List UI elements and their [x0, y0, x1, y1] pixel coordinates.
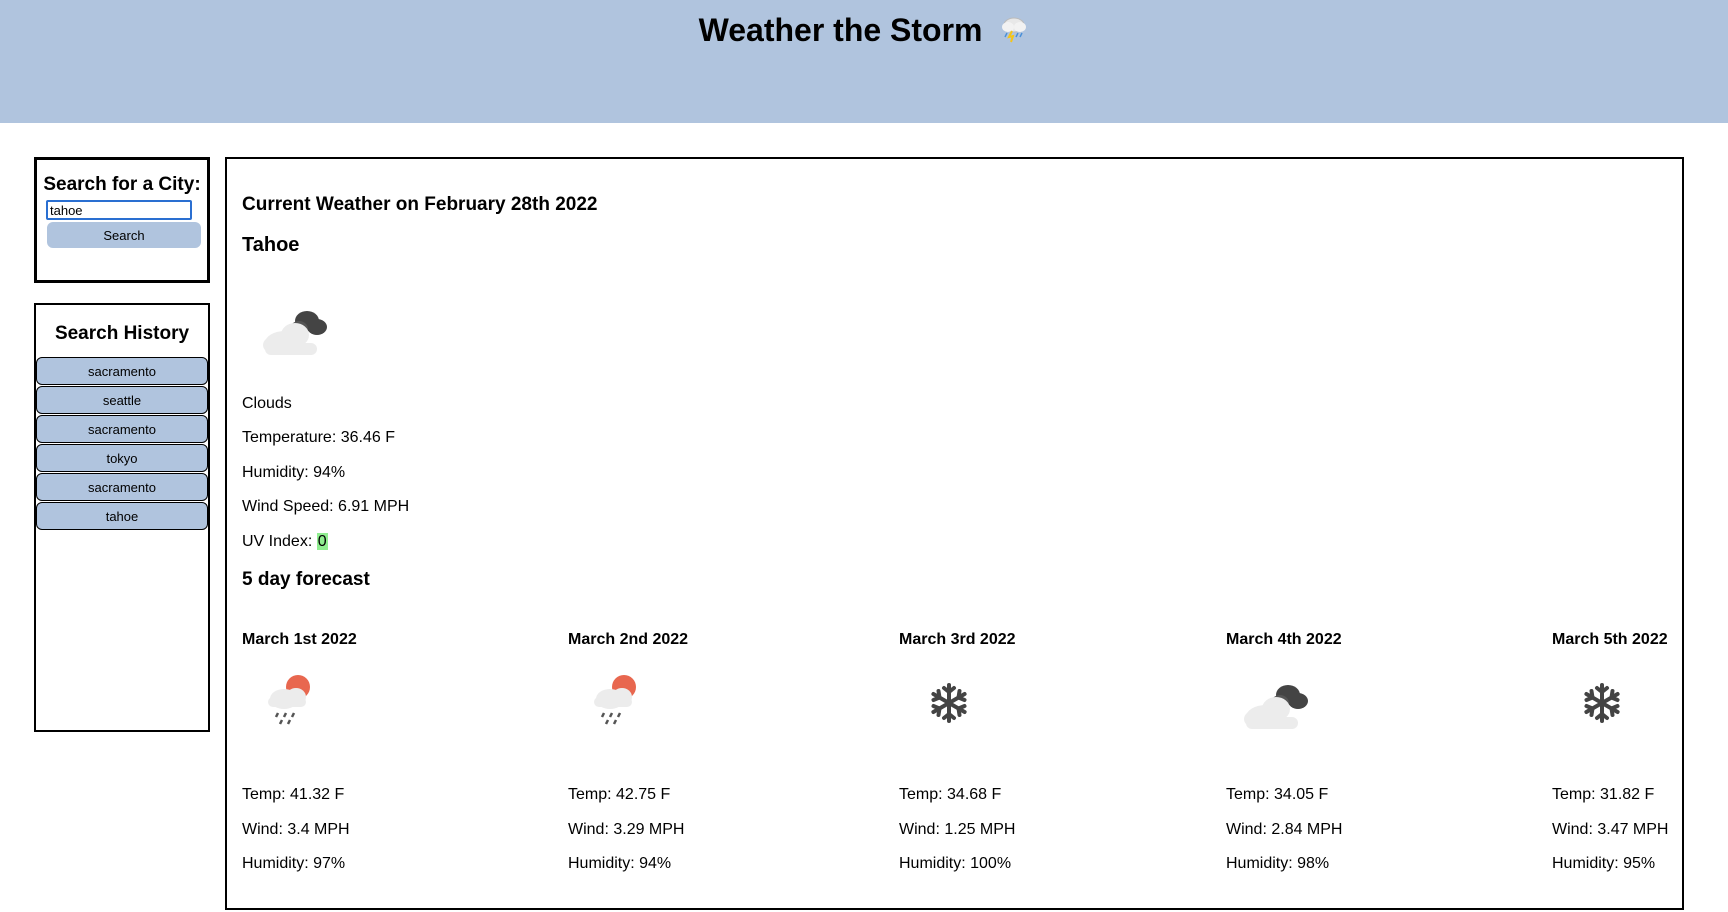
forecast-date: March 1st 2022 — [242, 631, 357, 648]
city-name: Tahoe — [242, 234, 300, 256]
forecast-heading: 5 day forecast — [242, 569, 370, 590]
search-history-heading: Search History — [54, 323, 190, 344]
forecast-humidity: Humidity: 95% — [1552, 855, 1656, 872]
history-item-button[interactable]: sacramento — [36, 415, 208, 443]
forecast-humidity: Humidity: 100% — [899, 855, 1012, 872]
uv-index-value: 0 — [316, 533, 328, 550]
forecast-day-card: March 1st 2022 Temp: 41.32 F Wind: 3.4 M… — [242, 631, 392, 872]
broken-clouds-icon — [1236, 671, 1316, 740]
forecast-temp: Temp: 31.82 F — [1552, 786, 1655, 803]
forecast-temp: Temp: 42.75 F — [568, 786, 671, 803]
forecast-wind: Wind: 3.47 MPH — [1552, 821, 1669, 838]
current-wind-speed: Wind Speed: 6.91 MPH — [242, 498, 410, 515]
forecast-temp: Temp: 41.32 F — [242, 786, 345, 803]
current-uv-index: UV Index: 0 — [242, 533, 328, 551]
snowflake-icon — [1578, 671, 1626, 740]
forecast-wind: Wind: 3.29 MPH — [568, 821, 685, 838]
history-item-button[interactable]: sacramento — [36, 357, 208, 385]
thunder-cloud-icon — [999, 13, 1029, 53]
forecast-day-card: March 3rd 2022 Temp: 34.68 F Wind: 1.25 … — [899, 631, 1049, 872]
forecast-humidity: Humidity: 97% — [242, 855, 346, 872]
forecast-day-card: March 4th 2022 Temp: 34.05 F Wind: 2.84 … — [1226, 631, 1376, 872]
forecast-wind: Wind: 1.25 MPH — [899, 821, 1016, 838]
forecast-day-card: March 2nd 2022 Temp: 42.75 F Wind: 3.29 … — [568, 631, 718, 872]
forecast-temp: Temp: 34.68 F — [899, 786, 1002, 803]
page-title-text: Weather the Storm — [698, 12, 983, 48]
forecast-date: March 3rd 2022 — [899, 631, 1016, 648]
rain-sun-icon — [260, 671, 324, 740]
forecast-date: March 5th 2022 — [1552, 631, 1668, 648]
search-history-list: sacramento seattle sacramento tokyo sacr… — [36, 357, 208, 530]
forecast-temp: Temp: 34.05 F — [1226, 786, 1329, 803]
forecast-date: March 2nd 2022 — [568, 631, 689, 648]
broken-clouds-icon — [255, 299, 335, 364]
forecast-humidity: Humidity: 98% — [1226, 855, 1330, 872]
uv-index-label: UV Index: — [242, 533, 317, 550]
search-heading: Search for a City: — [43, 174, 201, 195]
page-title: Weather the Storm — [0, 10, 1728, 53]
forecast-date: March 4th 2022 — [1226, 631, 1342, 648]
weather-panel: Current Weather on February 28th 2022 Ta… — [225, 157, 1684, 910]
forecast-wind: Wind: 3.4 MPH — [242, 821, 350, 838]
history-item-button[interactable]: tokyo — [36, 444, 208, 472]
current-description: Clouds — [242, 395, 292, 412]
history-item-button[interactable]: tahoe — [36, 502, 208, 530]
current-temperature: Temperature: 36.46 F — [242, 429, 395, 446]
current-humidity: Humidity: 94% — [242, 464, 346, 481]
search-history-panel: Search History sacramento seattle sacram… — [34, 303, 210, 732]
search-button[interactable]: Search — [47, 222, 201, 248]
rain-sun-icon — [586, 671, 650, 740]
city-search-panel: Search for a City: Search — [34, 157, 210, 283]
city-search-input[interactable] — [46, 200, 192, 220]
snowflake-icon — [925, 671, 973, 740]
forecast-humidity: Humidity: 94% — [568, 855, 672, 872]
forecast-wind: Wind: 2.84 MPH — [1226, 821, 1343, 838]
page-header: Weather the Storm — [0, 0, 1728, 123]
current-weather-heading: Current Weather on February 28th 2022 — [242, 194, 598, 215]
forecast-day-card: March 5th 2022 Temp: 31.82 F Wind: 3.47 … — [1552, 631, 1677, 872]
history-item-button[interactable]: seattle — [36, 386, 208, 414]
history-item-button[interactable]: sacramento — [36, 473, 208, 501]
